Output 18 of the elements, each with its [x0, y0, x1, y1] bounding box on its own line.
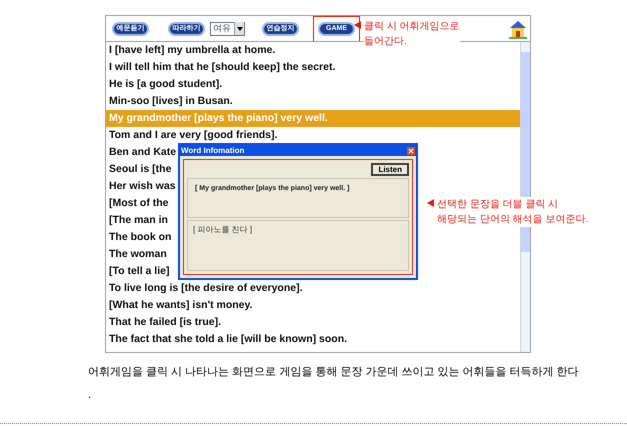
pointer-icon — [427, 199, 434, 207]
caption: 어휘게임을 클릭 시 나타나는 화면으로 게임을 통해 문장 가운데 쓰이고 있는 어휘들을 터득하게 한다 — [88, 365, 579, 380]
caption-period: . — [88, 388, 92, 403]
listen-button[interactable]: Listen — [371, 163, 409, 176]
house-icon[interactable] — [508, 18, 528, 38]
close-icon[interactable] — [407, 146, 415, 154]
sentence-row[interactable]: Min-soo [lives] in Busan. — [106, 93, 520, 110]
sentence-row[interactable]: The fact that she told a lie [will be known] soon. — [106, 331, 520, 348]
callout-text: 선택한 문장을 더블 클릭 시 해당되는 단어의 해석을 보여준다. — [437, 197, 588, 227]
sentence-row[interactable]: I will tell him that he [should keep] the secret. — [106, 59, 520, 76]
dialog-title: Word Infomation — [181, 146, 244, 154]
speed-dropdown[interactable]: 여유 — [210, 22, 245, 36]
meaning-display: [ 피아노를 친다 ] — [187, 220, 409, 271]
sentence-row[interactable]: Tom and I are very [good friends]. — [106, 127, 520, 144]
sentence-row[interactable]: He is [a good student]. — [106, 76, 520, 93]
sentence-row[interactable]: To live long is [the desire of everyone]. — [106, 280, 520, 297]
sentence-row[interactable]: [What he wants] isn't money. — [106, 297, 520, 314]
sentence-row[interactable]: That he failed [is true]. — [106, 314, 520, 331]
